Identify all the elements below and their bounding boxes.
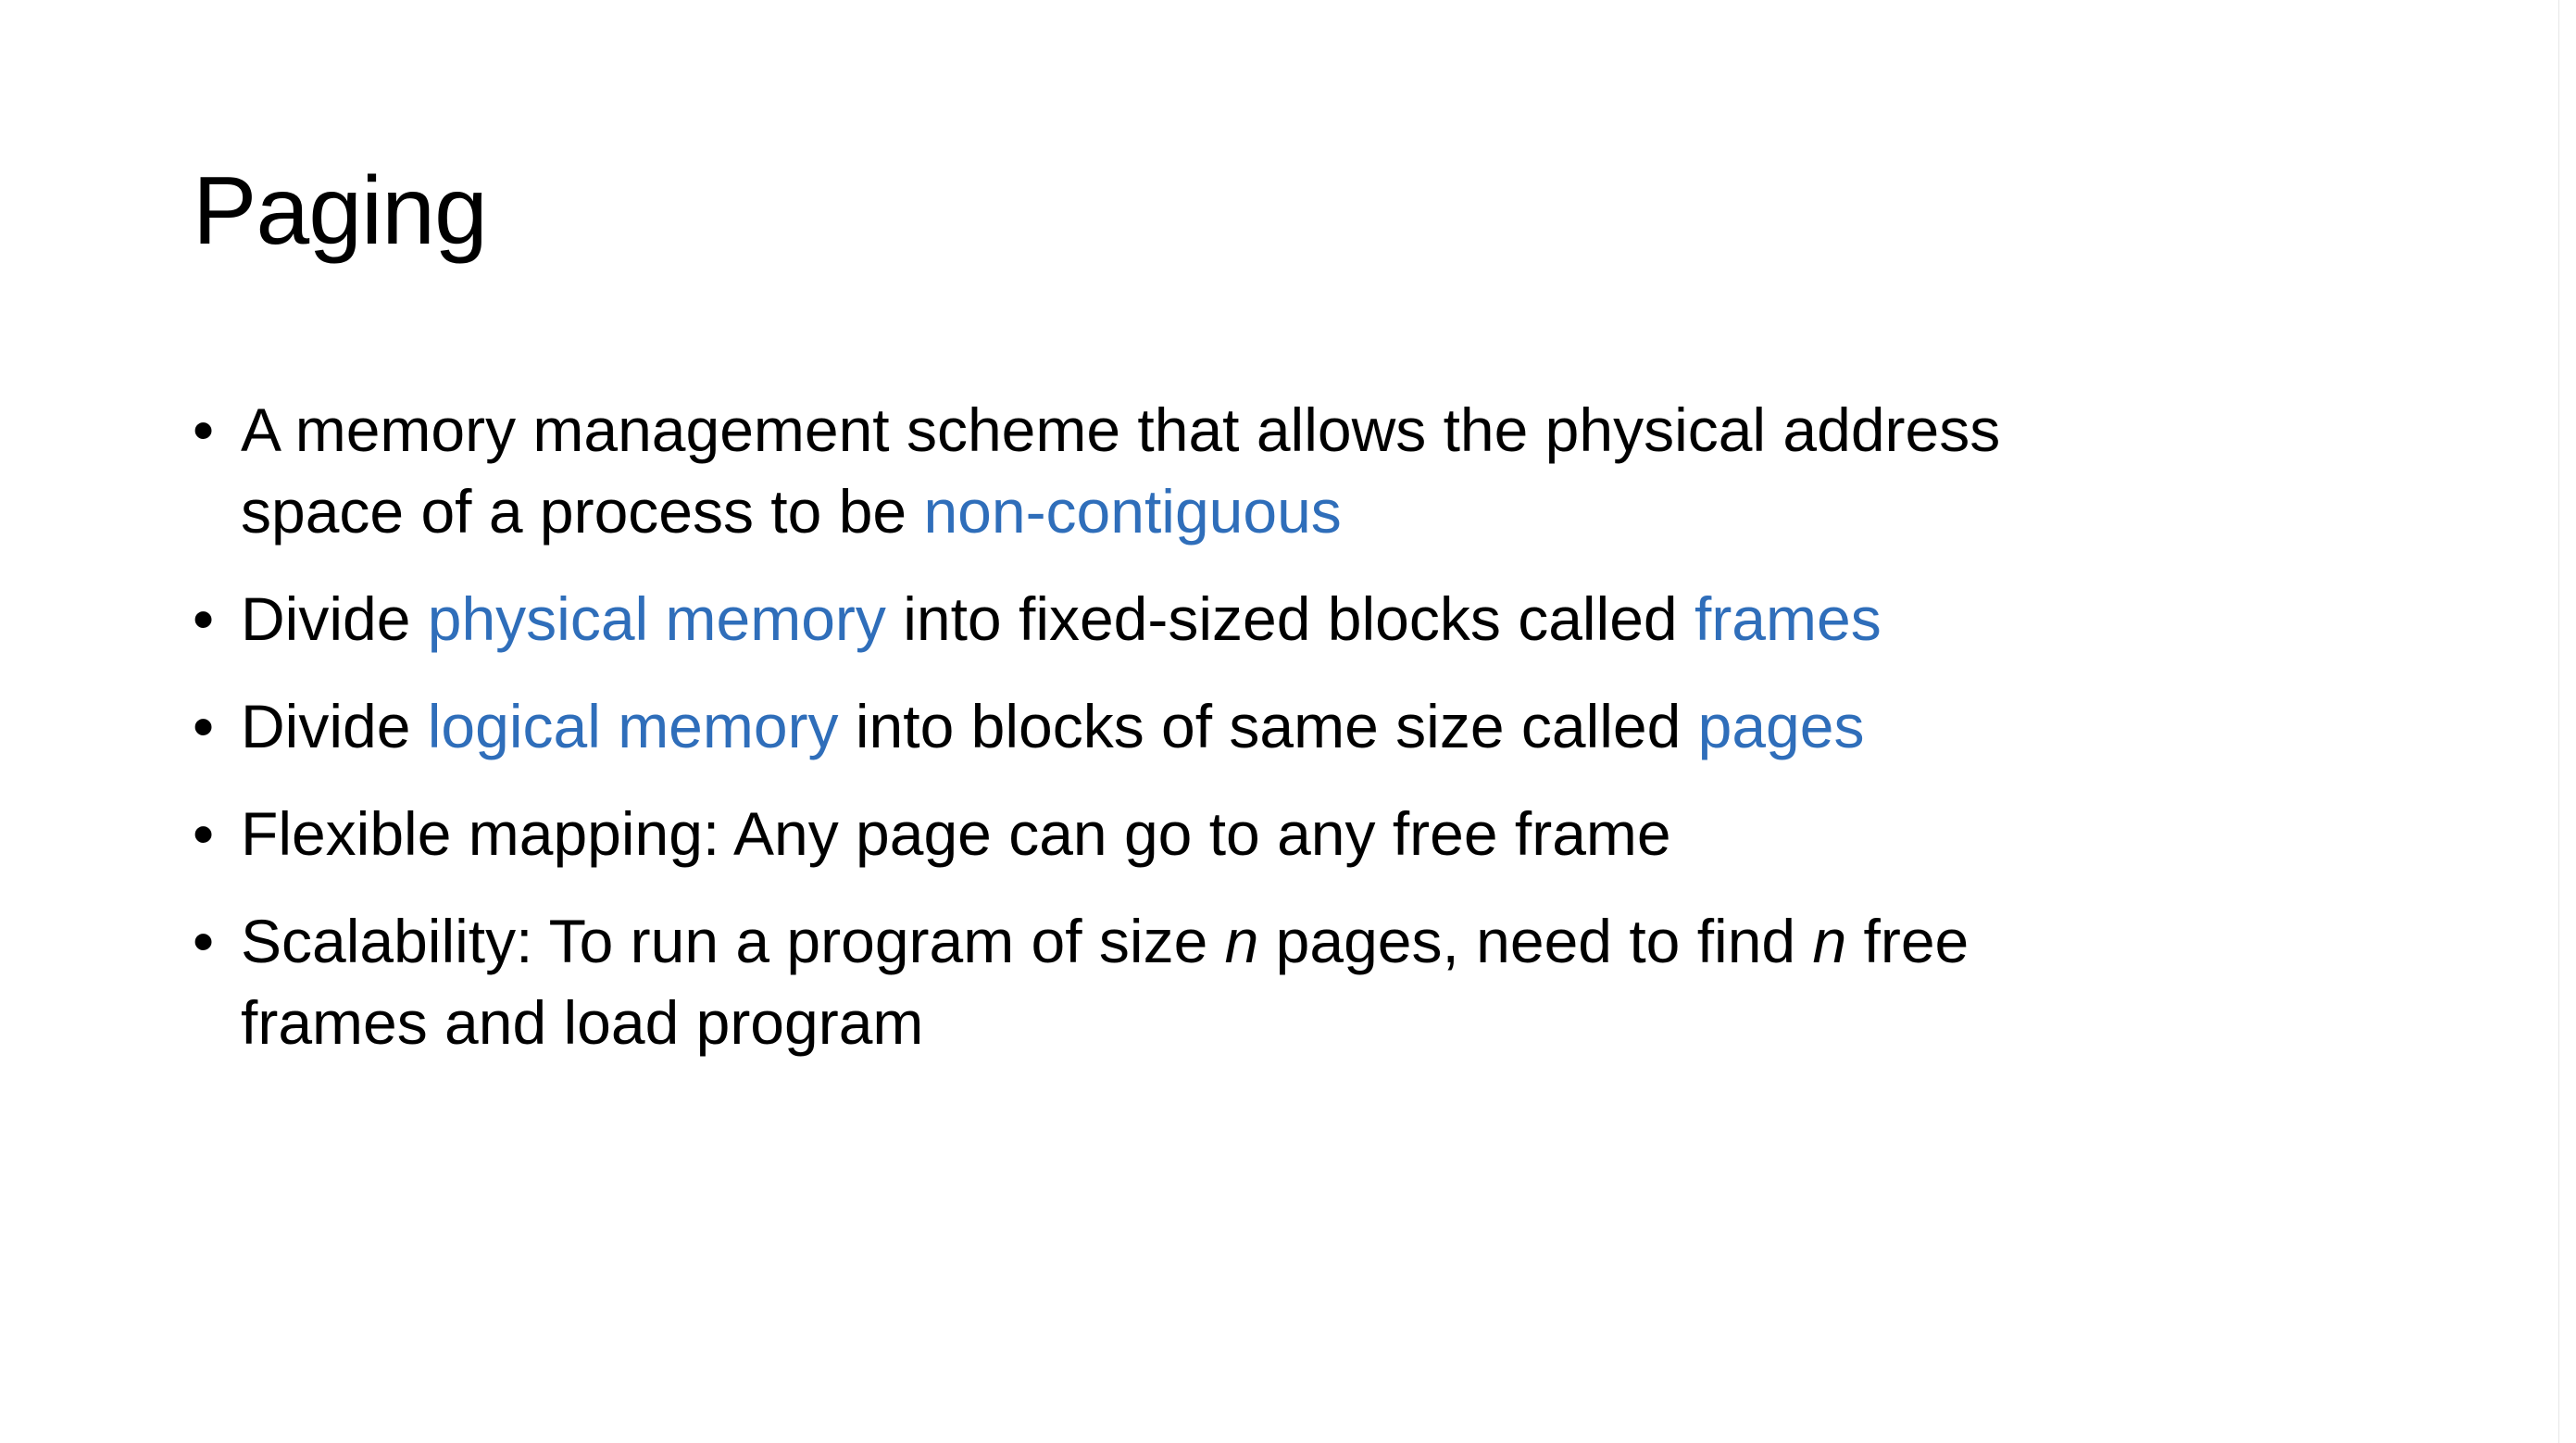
bullet-text: space of a process to be	[241, 477, 924, 546]
italic-variable: n	[1812, 907, 1847, 975]
slide: Paging • A memory management scheme that…	[0, 0, 2559, 1443]
bullet-text: Divide	[241, 584, 428, 653]
bullet-icon: •	[193, 799, 215, 868]
bullet-text: into fixed-sized blocks called	[885, 584, 1694, 653]
bullet-item-1: • A memory management scheme that allows…	[193, 389, 2415, 552]
bullet-icon: •	[193, 692, 215, 760]
bullet-icon: •	[193, 584, 215, 653]
bullet-list: • A memory management scheme that allows…	[193, 389, 2415, 1089]
bullet-icon: •	[193, 395, 215, 464]
bullet-line: Divide physical memory into fixed-sized …	[241, 578, 2415, 659]
highlighted-term: logical memory	[427, 692, 839, 760]
bullet-icon: •	[193, 907, 215, 975]
bullet-line: frames and load program	[241, 982, 2415, 1063]
bullet-text: A memory management scheme that allows t…	[241, 395, 2001, 464]
slide-edge-divider	[2558, 0, 2576, 1443]
bullet-text: Scalability: To run a program of size	[241, 907, 1225, 975]
bullet-text: into blocks of same size called	[838, 692, 1698, 760]
bullet-line: Scalability: To run a program of size n …	[241, 900, 2415, 982]
bullet-item-4: • Flexible mapping: Any page can go to a…	[193, 793, 2415, 874]
bullet-text: frames and load program	[241, 988, 924, 1057]
highlighted-term: frames	[1694, 584, 1882, 653]
bullet-line: Divide logical memory into blocks of sam…	[241, 685, 2415, 767]
bullet-item-2: • Divide physical memory into fixed-size…	[193, 578, 2415, 659]
bullet-text: pages, need to find	[1258, 907, 1813, 975]
italic-variable: n	[1224, 907, 1259, 975]
highlighted-term: pages	[1697, 692, 1865, 760]
bullet-item-5: • Scalability: To run a program of size …	[193, 900, 2415, 1063]
bullet-text: free	[1846, 907, 1970, 975]
bullet-line: space of a process to be non-contiguous	[241, 471, 2415, 552]
highlighted-term: non-contiguous	[923, 477, 1342, 546]
highlighted-term: physical memory	[427, 584, 886, 653]
bullet-text: Divide	[241, 692, 428, 760]
slide-title: Paging	[193, 157, 488, 265]
bullet-line: A memory management scheme that allows t…	[241, 389, 2415, 471]
bullet-item-3: • Divide logical memory into blocks of s…	[193, 685, 2415, 767]
bullet-text: Flexible mapping: Any page can go to any…	[241, 799, 1671, 868]
bullet-line: Flexible mapping: Any page can go to any…	[241, 793, 2415, 874]
